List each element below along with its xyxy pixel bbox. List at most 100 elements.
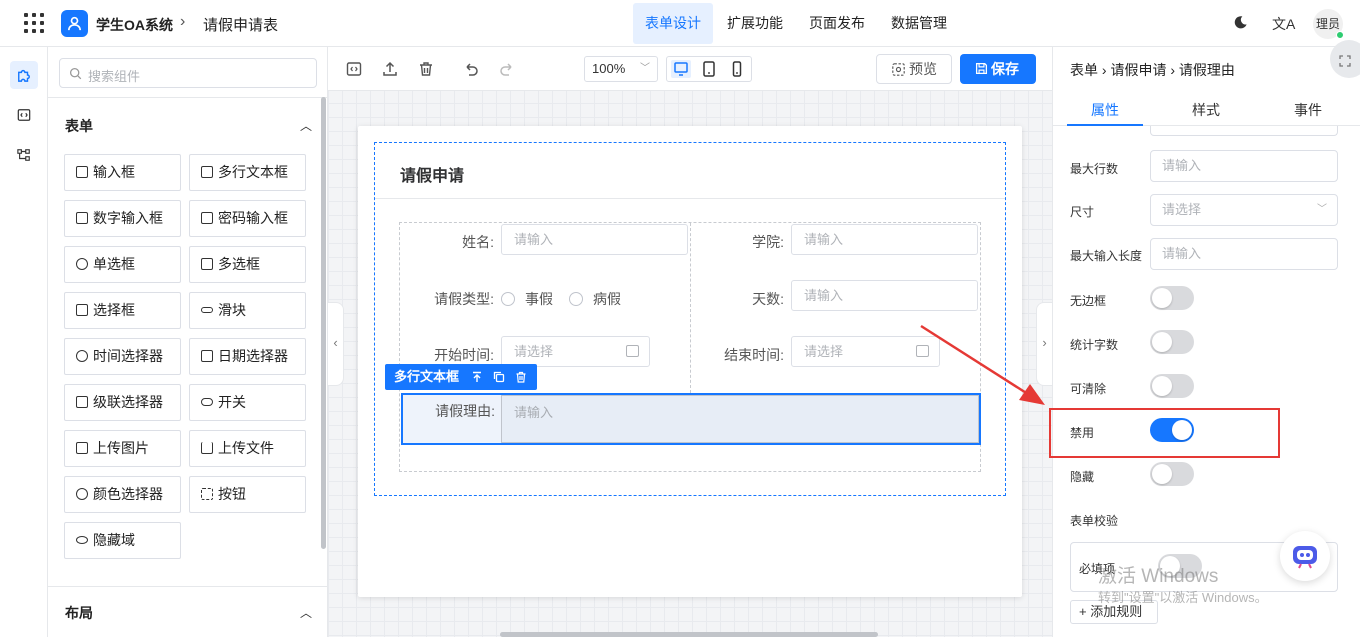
college-input[interactable]: 请输入 [791, 224, 978, 255]
component-slider[interactable]: 滑块 [189, 292, 306, 329]
toggle-knob [1152, 376, 1172, 396]
leave-type-label: 请假类型: [434, 291, 494, 307]
copy-icon[interactable] [493, 371, 505, 383]
nav-extensions[interactable]: 扩展功能 [715, 3, 795, 44]
code-icon [17, 109, 31, 121]
validation-title: 表单校验 [1070, 514, 1119, 528]
component-textarea[interactable]: 多行文本框 [189, 154, 306, 191]
selected-component-toolbar: 多行文本框 [385, 364, 537, 390]
code-rail-button[interactable] [10, 101, 38, 129]
move-up-icon[interactable] [471, 371, 483, 383]
search-input[interactable]: 搜索组件 [59, 58, 317, 88]
undo-icon[interactable] [462, 60, 480, 78]
component-cascader[interactable]: 级联选择器 [64, 384, 181, 421]
radio-personal-leave[interactable] [501, 292, 515, 306]
max-rows-input[interactable]: 请输入 [1150, 150, 1338, 182]
component-input[interactable]: 输入框 [64, 154, 181, 191]
component-switch[interactable]: 开关 [189, 384, 306, 421]
chevron-right-icon: › [1042, 335, 1047, 350]
reason-textarea[interactable]: 请输入 [501, 395, 979, 443]
search-icon [69, 67, 82, 80]
nav-form-design[interactable]: 表单设计 [633, 3, 713, 44]
nav-data-management[interactable]: 数据管理 [879, 3, 959, 44]
selected-component-name: 多行文本框 [394, 369, 460, 384]
component-hidden-field[interactable]: 隐藏域 [64, 522, 181, 559]
zoom-select[interactable]: 100% ﹀ [584, 56, 658, 82]
max-length-input[interactable]: 请输入 [1150, 238, 1338, 270]
word-count-label: 统计字数 [1070, 338, 1119, 352]
tab-styles[interactable]: 样式 [1192, 100, 1220, 120]
tab-events[interactable]: 事件 [1294, 100, 1322, 120]
component-panel: 搜索组件 表单 ︿ 输入框 多行文本框 数字输入框 密码输入框 单选框 多选框 … [48, 47, 328, 637]
toggle-knob [1152, 332, 1172, 352]
chevron-up-icon[interactable]: ︿ [300, 117, 312, 134]
component-number-input[interactable]: 数字输入框 [64, 200, 181, 237]
eye-off-icon [76, 536, 88, 544]
pencil-icon [76, 166, 88, 178]
name-input[interactable]: 请输入 [501, 224, 688, 255]
end-time-label: 结束时间: [724, 347, 784, 363]
slider-icon [201, 307, 213, 313]
component-time-picker[interactable]: 时间选择器 [64, 338, 181, 375]
expand-corner-icon[interactable] [1330, 40, 1360, 78]
tablet-icon[interactable] [699, 60, 719, 78]
image-icon [76, 442, 88, 454]
design-canvas: 100% ﹀ 预览 保存 ‹ › 请假申请 姓名: 请输入 学院: 请输入 请假… [328, 47, 1052, 637]
component-checkbox[interactable]: 多选框 [189, 246, 306, 283]
size-select[interactable]: 请选择 ﹀ [1150, 194, 1338, 226]
days-input[interactable]: 请输入 [791, 280, 978, 311]
grid-layout[interactable]: 姓名: 请输入 学院: 请输入 请假类型: 事假 病假 天数: 请输入 开始时间… [399, 222, 981, 472]
page-title: 请假申请表 [203, 17, 279, 34]
app-grid-icon[interactable] [24, 13, 44, 33]
collapse-left-button[interactable]: ‹ [328, 302, 344, 386]
hidden-label: 隐藏 [1070, 470, 1095, 484]
trash-icon[interactable] [417, 60, 435, 78]
component-upload-file[interactable]: 上传文件 [189, 430, 306, 467]
export-icon[interactable] [381, 60, 399, 78]
nav-publish[interactable]: 页面发布 [797, 3, 877, 44]
name-label: 姓名: [462, 234, 494, 250]
avatar[interactable]: 理员 [1313, 9, 1344, 39]
radio-sick-leave[interactable] [569, 292, 583, 306]
side-rail [0, 47, 48, 637]
chevron-up-icon[interactable]: ︿ [300, 604, 312, 621]
component-select[interactable]: 选择框 [64, 292, 181, 329]
components-rail-button[interactable] [10, 61, 38, 89]
reason-field-selected[interactable]: 请假理由: 请输入 [401, 393, 981, 445]
clearable-toggle[interactable] [1150, 374, 1194, 398]
dark-mode-icon[interactable] [1233, 15, 1248, 30]
radio-icon [76, 258, 88, 270]
delete-icon[interactable] [515, 371, 527, 383]
hidden-toggle[interactable] [1150, 462, 1194, 486]
desktop-icon[interactable] [671, 60, 691, 78]
tab-attributes[interactable]: 属性 [1091, 100, 1119, 120]
tree-rail-button[interactable] [10, 141, 38, 169]
puzzle-icon [18, 70, 30, 82]
mobile-icon[interactable] [727, 60, 747, 78]
component-radio[interactable]: 单选框 [64, 246, 181, 283]
preview-button[interactable]: 预览 [876, 54, 952, 84]
end-time-picker[interactable]: 请选择 [791, 336, 940, 367]
word-count-toggle[interactable] [1150, 330, 1194, 354]
scrollbar[interactable] [321, 97, 326, 549]
borderless-toggle[interactable] [1150, 286, 1194, 310]
device-switcher [666, 56, 752, 82]
size-label: 尺寸 [1070, 205, 1095, 219]
windows-watermark-sub: 转到"设置"以激活 Windows。 [1098, 590, 1268, 605]
horizontal-scrollbar[interactable] [500, 632, 878, 637]
assistant-robot-icon[interactable] [1280, 531, 1330, 581]
divider [48, 586, 327, 587]
component-button[interactable]: 按钮 [189, 476, 306, 513]
component-date-picker[interactable]: 日期选择器 [189, 338, 306, 375]
component-password-input[interactable]: 密码输入框 [189, 200, 306, 237]
form-container[interactable]: 请假申请 姓名: 请输入 学院: 请输入 请假类型: 事假 病假 天数: 请输入… [374, 142, 1006, 496]
save-button[interactable]: 保存 [960, 54, 1036, 84]
redo-icon[interactable] [498, 60, 516, 78]
component-color-picker[interactable]: 颜色选择器 [64, 476, 181, 513]
translate-icon[interactable]: 文A [1272, 14, 1295, 34]
start-time-picker[interactable]: 请选择 [501, 336, 650, 367]
collapse-right-button[interactable]: › [1036, 302, 1052, 386]
form-card: 请假申请 姓名: 请输入 学院: 请输入 请假类型: 事假 病假 天数: 请输入… [358, 126, 1022, 597]
component-upload-image[interactable]: 上传图片 [64, 430, 181, 467]
code-view-icon[interactable] [345, 60, 363, 78]
